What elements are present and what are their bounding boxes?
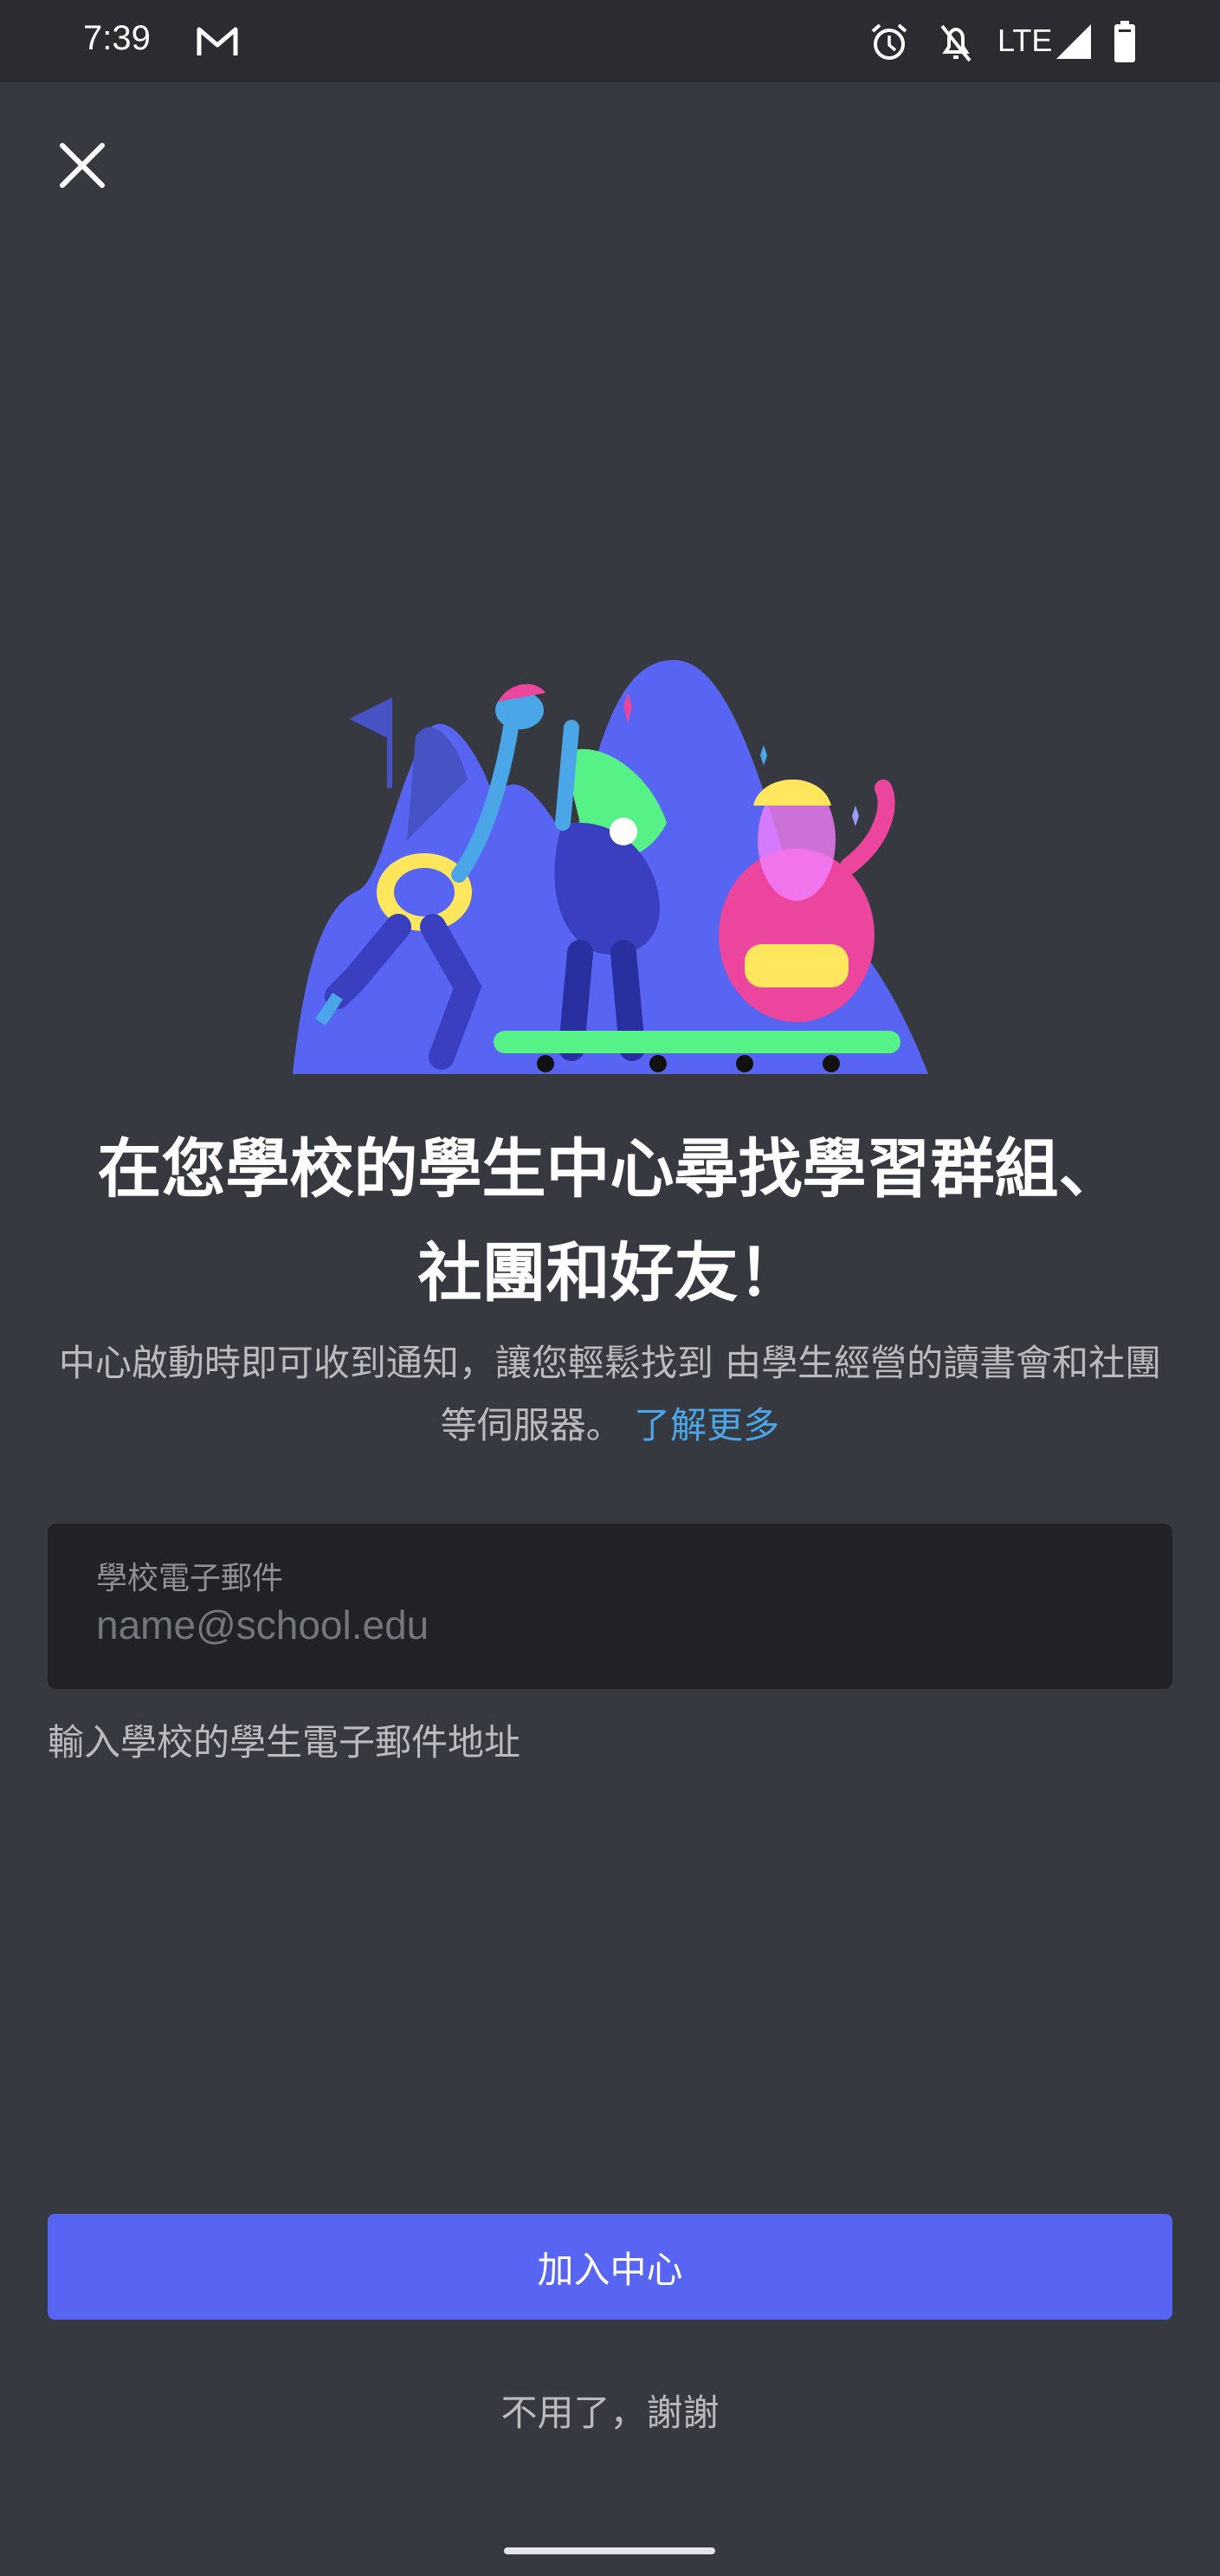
page-subtitle: 中心啟動時即可收到通知，讓您輕鬆找到 由學生經營的讀書會和社團等伺服器。 了解更… bbox=[52, 1332, 1168, 1457]
alarm-icon bbox=[871, 23, 907, 60]
subtitle-text: 中心啟動時即可收到通知，讓您輕鬆找到 由學生經營的讀書會和社團等伺服器。 bbox=[58, 1342, 1162, 1447]
page-title: 在您學校的學生中心尋找學習群組、社團和好友！ bbox=[97, 1132, 1123, 1311]
home-indicator[interactable] bbox=[504, 2547, 715, 2554]
status-bar: 7:39 LTE bbox=[0, 0, 1220, 82]
email-helper-text: 輸入學校的學生電子郵件地址 bbox=[48, 1721, 521, 1764]
school-email-field[interactable]: 學校電子郵件 bbox=[48, 1524, 1172, 1689]
join-hub-label: 加入中心 bbox=[537, 2248, 683, 2291]
notifications-off-icon bbox=[940, 24, 971, 62]
join-hub-button[interactable]: 加入中心 bbox=[48, 2214, 1172, 2320]
close-icon[interactable] bbox=[54, 137, 111, 194]
signal-icon bbox=[1056, 24, 1091, 59]
battery-icon bbox=[1114, 21, 1135, 62]
learn-more-link[interactable]: 了解更多 bbox=[634, 1404, 779, 1447]
students-illustration bbox=[293, 659, 928, 1074]
email-field-label: 學校電子郵件 bbox=[96, 1561, 284, 1596]
no-thanks-button[interactable]: 不用了，謝謝 bbox=[0, 2384, 1220, 2437]
network-type: LTE bbox=[997, 23, 1053, 58]
status-time: 7:39 bbox=[83, 19, 151, 57]
gmail-icon bbox=[197, 27, 238, 55]
email-input[interactable] bbox=[96, 1602, 1118, 1648]
